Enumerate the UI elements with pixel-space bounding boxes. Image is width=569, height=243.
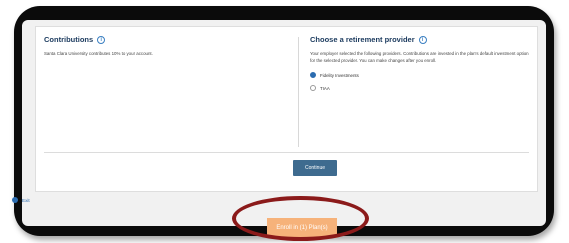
contributions-text: Santa Clara University contributes 10% t… bbox=[44, 51, 153, 56]
provider-option-label: TIAA bbox=[320, 85, 330, 91]
radio-selected-icon[interactable] bbox=[310, 72, 316, 79]
enrollment-card: Contributions i Santa Clara University c… bbox=[35, 26, 538, 192]
provider-option-fidelity[interactable]: Fidelity Investments bbox=[310, 72, 530, 79]
provider-title-row: Choose a retirement provider i bbox=[310, 35, 530, 44]
exit-link[interactable]: Exit bbox=[12, 197, 30, 203]
contributions-title: Contributions bbox=[44, 35, 94, 44]
enrollment-screen: Contributions i Santa Clara University c… bbox=[22, 20, 546, 226]
provider-text: Your employer selected the following pro… bbox=[310, 51, 529, 63]
continue-button[interactable]: Continue bbox=[293, 160, 337, 176]
info-icon[interactable]: i bbox=[97, 35, 106, 44]
provider-option-tiaa[interactable]: TIAA bbox=[310, 85, 530, 92]
provider-option-label: Fidelity Investments bbox=[320, 72, 359, 78]
provider-section: Choose a retirement provider i Your empl… bbox=[310, 35, 530, 92]
contributions-section: Contributions i Santa Clara University c… bbox=[44, 35, 279, 58]
exit-icon bbox=[12, 197, 18, 203]
provider-title: Choose a retirement provider bbox=[310, 35, 415, 44]
exit-label: Exit bbox=[22, 197, 30, 203]
contributions-title-row: Contributions i bbox=[44, 35, 279, 44]
info-icon[interactable]: i bbox=[418, 35, 427, 44]
enroll-button[interactable]: Enroll in (1) Plan(s) bbox=[267, 218, 337, 238]
section-divider bbox=[44, 152, 529, 153]
column-divider bbox=[298, 37, 299, 147]
radio-unselected-icon[interactable] bbox=[310, 85, 316, 92]
